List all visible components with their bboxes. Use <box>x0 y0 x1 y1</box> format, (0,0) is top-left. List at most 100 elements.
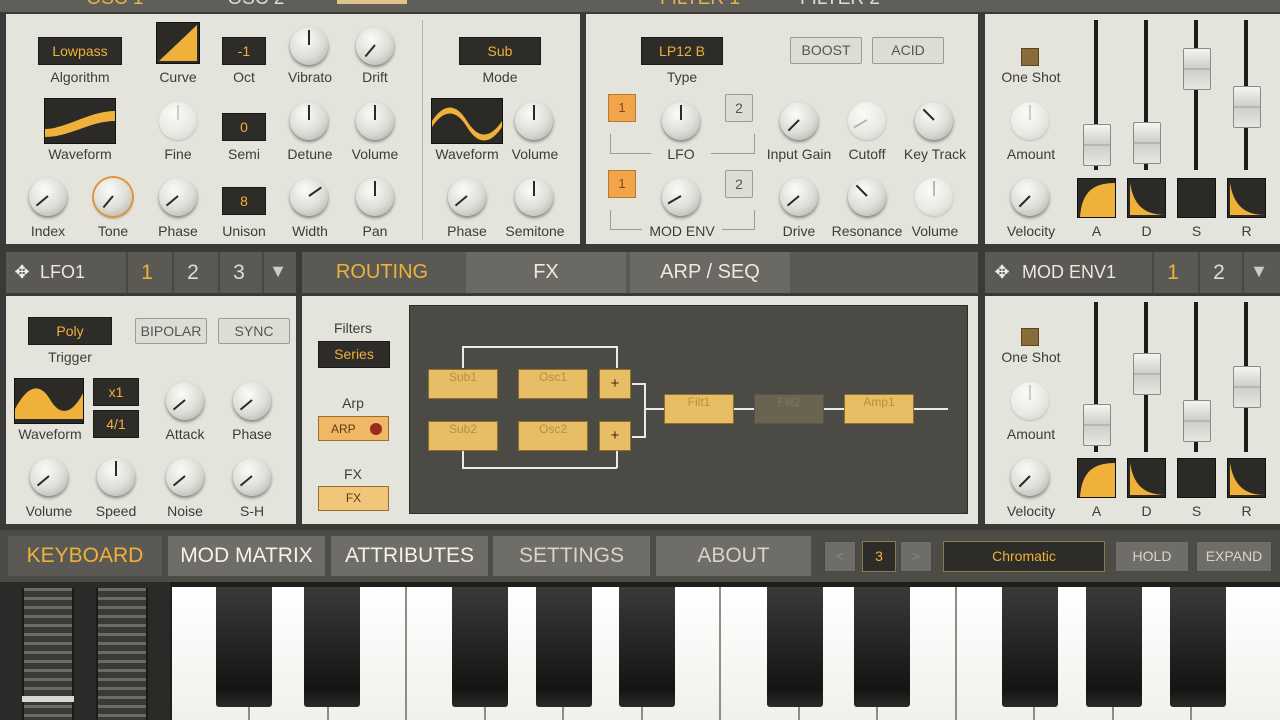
env-select-2[interactable]: 2 <box>725 170 753 198</box>
bipolar-button[interactable]: BIPOLAR <box>135 318 207 344</box>
sync-button[interactable]: SYNC <box>218 318 290 344</box>
tab-mod-matrix[interactable]: MOD MATRIX <box>168 536 325 576</box>
sub-volume-knob[interactable] <box>515 102 553 140</box>
piano-key-black[interactable] <box>767 587 823 707</box>
piano-key-black[interactable] <box>1086 587 1142 707</box>
mix2-plus-node[interactable]: + <box>599 421 631 451</box>
octave-up-button[interactable]: > <box>900 541 932 572</box>
speed-knob[interactable] <box>97 458 135 496</box>
mod-env-chevron-down-icon[interactable]: ▼ <box>1242 252 1274 293</box>
mod-one-shot-toggle[interactable] <box>1021 328 1039 346</box>
sub-waveform-display[interactable] <box>431 98 503 144</box>
drift-knob[interactable] <box>356 27 394 65</box>
osc1-node[interactable]: Osc1 <box>518 369 588 399</box>
lfo1-tab-2[interactable]: 2 <box>172 252 212 293</box>
trigger-select[interactable]: Poly <box>28 317 112 345</box>
mod-amount-knob[interactable] <box>1011 382 1049 420</box>
move-icon[interactable]: ✥ <box>12 260 32 284</box>
noise-knob[interactable] <box>166 458 204 496</box>
velocity-knob[interactable] <box>1011 178 1049 216</box>
oct-value[interactable]: -1 <box>222 37 266 65</box>
mod-env-move-icon[interactable]: ✥ <box>992 260 1012 284</box>
acid-button[interactable]: ACID <box>872 37 944 64</box>
tab-about[interactable]: ABOUT <box>656 536 811 576</box>
algorithm-select[interactable]: Lowpass <box>38 37 122 65</box>
lfo1-tab-3[interactable]: 3 <box>218 252 258 293</box>
mod-sustain-slider[interactable] <box>1183 400 1211 442</box>
hold-button[interactable]: HOLD <box>1115 541 1189 572</box>
multiplier-value[interactable]: x1 <box>93 378 139 406</box>
filter-type-select[interactable]: LP12 B <box>641 37 723 65</box>
sub-mode-select[interactable]: Sub <box>459 37 541 65</box>
index-knob[interactable] <box>29 178 67 216</box>
mod-release-slider[interactable] <box>1233 366 1261 408</box>
volume-knob[interactable] <box>356 102 394 140</box>
tab-filter1[interactable]: FILTER 1 <box>640 0 760 10</box>
mod-env1-tab-1[interactable]: 1 <box>1152 252 1192 293</box>
key-track-knob[interactable] <box>915 102 953 140</box>
tab-arp-seq[interactable]: ARP / SEQ <box>630 252 790 293</box>
filters-series-select[interactable]: Series <box>318 341 390 368</box>
scale-select[interactable]: Chromatic <box>943 541 1105 572</box>
pan-knob[interactable] <box>356 178 394 216</box>
input-gain-knob[interactable] <box>780 102 818 140</box>
filt2-node[interactable]: Filt2 <box>754 394 824 424</box>
boost-button[interactable]: BOOST <box>790 37 862 64</box>
tab-filter2[interactable]: FILTER 2 <box>790 0 890 10</box>
fx-button[interactable]: FX <box>318 486 389 511</box>
lfo-knob[interactable] <box>662 102 700 140</box>
mod-velocity-knob[interactable] <box>1011 458 1049 496</box>
vibrato-knob[interactable] <box>290 27 328 65</box>
filter-volume-knob[interactable] <box>915 178 953 216</box>
lfo-select-1[interactable]: 1 <box>608 94 636 122</box>
lfo-phase-knob[interactable] <box>233 382 271 420</box>
lfo-volume-knob[interactable] <box>30 458 68 496</box>
lfo-waveform-display[interactable] <box>14 378 84 424</box>
amp1-node[interactable]: Amp1 <box>844 394 914 424</box>
waveform-display[interactable] <box>44 98 116 144</box>
width-knob[interactable] <box>290 178 328 216</box>
mod-wheel[interactable] <box>96 588 148 720</box>
osc2-node[interactable]: Osc2 <box>518 421 588 451</box>
tab-keyboard[interactable]: KEYBOARD <box>8 536 162 576</box>
detune-knob[interactable] <box>290 102 328 140</box>
tab-fx[interactable]: FX <box>466 252 626 293</box>
ratio-value[interactable]: 4/1 <box>93 410 139 438</box>
phase-knob[interactable] <box>159 178 197 216</box>
release-slider[interactable] <box>1233 86 1261 128</box>
one-shot-toggle[interactable] <box>1021 48 1039 66</box>
attack-knob[interactable] <box>166 382 204 420</box>
tab-settings[interactable]: SETTINGS <box>493 536 650 576</box>
sh-knob[interactable] <box>233 458 271 496</box>
mod-env1-tab-2[interactable]: 2 <box>1198 252 1238 293</box>
env-select-1[interactable]: 1 <box>608 170 636 198</box>
tab-sub-selected[interactable] <box>337 0 407 4</box>
piano-key-black[interactable] <box>619 587 675 707</box>
decay-slider[interactable] <box>1133 122 1161 164</box>
piano-key-black[interactable] <box>452 587 508 707</box>
fine-knob[interactable] <box>159 102 197 140</box>
unison-value[interactable]: 8 <box>222 187 266 215</box>
mod-attack-slider[interactable] <box>1083 404 1111 446</box>
piano-key-black[interactable] <box>216 587 272 707</box>
tab-routing[interactable]: ROUTING <box>302 252 462 293</box>
mod-decay-slider[interactable] <box>1133 353 1161 395</box>
cutoff-knob[interactable] <box>848 102 886 140</box>
arp-button[interactable]: ARP <box>318 416 389 441</box>
mix1-plus-node[interactable]: + <box>599 369 631 399</box>
tab-osc2[interactable]: OSC 2 <box>196 0 316 10</box>
piano-key-black[interactable] <box>1002 587 1058 707</box>
semi-value[interactable]: 0 <box>222 113 266 141</box>
curve-display[interactable] <box>156 22 200 64</box>
tab-attributes[interactable]: ATTRIBUTES <box>331 536 488 576</box>
sub2-node[interactable]: Sub2 <box>428 421 498 451</box>
lfo1-tab-1[interactable]: 1 <box>126 252 166 293</box>
sub-phase-knob[interactable] <box>448 178 486 216</box>
octave-down-button[interactable]: < <box>824 541 856 572</box>
resonance-knob[interactable] <box>848 178 886 216</box>
tone-knob[interactable] <box>94 178 132 216</box>
lfo-select-2[interactable]: 2 <box>725 94 753 122</box>
sustain-slider[interactable] <box>1183 48 1211 90</box>
chevron-down-icon[interactable]: ▼ <box>262 252 292 293</box>
sub1-node[interactable]: Sub1 <box>428 369 498 399</box>
